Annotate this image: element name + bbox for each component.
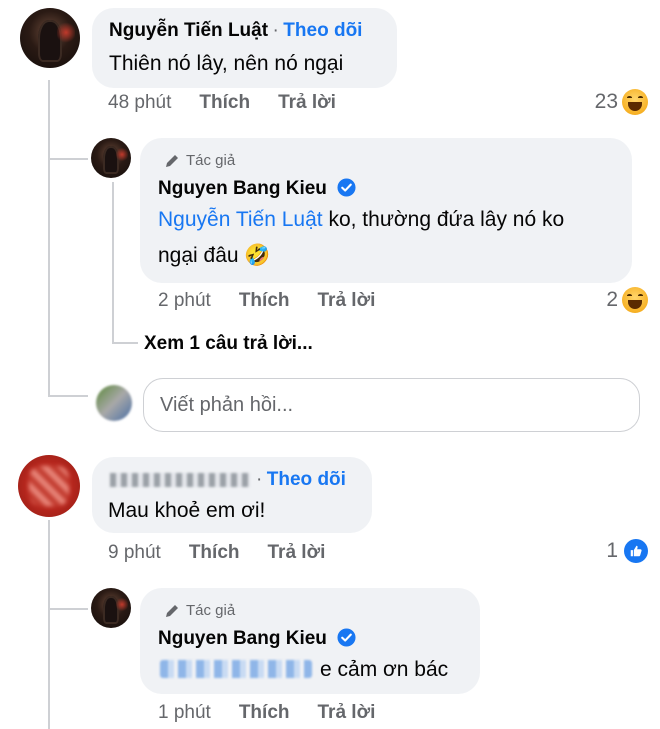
reaction-count: 1 — [606, 539, 618, 562]
reply-actions-1: 2 phút Thích Trả lời — [158, 290, 403, 312]
reaction-summary-2[interactable]: 2 — [606, 287, 648, 313]
thread-line-nested-1 — [112, 182, 114, 342]
reply-button[interactable]: Trả lời — [318, 290, 376, 312]
thread-connector-nested — [112, 342, 138, 344]
reply-input[interactable]: Viết phản hồi... — [143, 378, 640, 432]
reaction-summary-1[interactable]: 23 — [595, 89, 648, 115]
thread-line-2 — [48, 520, 50, 729]
reply-input-placeholder: Viết phản hồi... — [160, 393, 294, 416]
haha-reaction-icon — [622, 287, 648, 313]
follow-link[interactable]: Theo dõi — [267, 469, 346, 490]
like-button[interactable]: Thích — [239, 290, 290, 312]
like-button[interactable]: Thích — [199, 92, 250, 114]
thumbs-up-icon — [630, 545, 642, 557]
follow-link[interactable]: Theo dõi — [283, 20, 362, 41]
reaction-count: 23 — [594, 90, 618, 113]
reply-bubble-2: Tác giả Nguyen Bang Kieu e cảm ơn bác — [140, 588, 480, 694]
verified-badge-icon — [337, 628, 356, 647]
reply-text: Nguyễn Tiến Luật ko, thường đứa lây nó k… — [158, 202, 628, 274]
reply-text: e cảm ơn bác — [320, 658, 449, 681]
like-button[interactable]: Thích — [189, 542, 240, 564]
author-tag-label: Tác giả — [186, 602, 236, 619]
haha-reaction-icon — [622, 89, 648, 115]
comment-author[interactable]: Nguyễn Tiến Luật — [109, 20, 268, 41]
reply-button[interactable]: Trả lời — [268, 542, 326, 564]
reply-button[interactable]: Trả lời — [318, 702, 376, 724]
like-reaction-icon — [624, 539, 648, 563]
author-tag-label: Tác giả — [186, 152, 236, 169]
like-button[interactable]: Thích — [239, 702, 290, 724]
mention-link[interactable]: Nguyễn Tiến Luật — [158, 208, 323, 231]
comment-text: Mau khoẻ em ơi! — [108, 499, 266, 522]
verified-badge-icon — [337, 178, 356, 197]
comment-bubble-2: · Theo dõi Mau khoẻ em ơi! — [92, 457, 372, 533]
current-user-avatar — [96, 385, 132, 421]
reply-bubble-1: Tác giả Nguyen Bang Kieu Nguyễn Tiến Luậ… — [140, 138, 632, 283]
avatar-nguyen-bang-kieu[interactable] — [91, 588, 131, 628]
pencil-icon — [166, 154, 178, 167]
comment-actions-2: 9 phút Thích Trả lời — [108, 542, 353, 564]
view-more-replies-link[interactable]: Xem 1 câu trả lời... — [144, 333, 313, 355]
redacted-mention — [160, 660, 312, 678]
reply-author[interactable]: Nguyen Bang Kieu — [158, 628, 327, 649]
author-tag: Tác giả — [164, 152, 235, 169]
author-tag: Tác giả — [164, 602, 235, 619]
reply-time[interactable]: 1 phút — [158, 702, 211, 724]
comment-time[interactable]: 9 phút — [108, 542, 161, 564]
separator-dot: · — [272, 20, 279, 41]
reply-text-line-2: ngại đâu — [158, 244, 245, 267]
comment-bubble-1: Nguyễn Tiến Luật · Theo dõi Thiên nó lây… — [92, 8, 397, 88]
redacted-author-name — [110, 473, 250, 487]
comment-time[interactable]: 48 phút — [108, 92, 171, 114]
reply-text-line-1: ko, thường đứa lây nó ko — [322, 208, 565, 231]
separator-dot: · — [256, 469, 263, 490]
thread-connector-2 — [48, 608, 88, 610]
thread-line-1 — [48, 80, 50, 395]
reply-time[interactable]: 2 phút — [158, 290, 211, 312]
reaction-count: 2 — [606, 288, 618, 311]
thread-connector-replybox — [48, 395, 88, 397]
avatar-nguyen-tien-luat[interactable] — [20, 8, 80, 68]
reply-actions-2: 1 phút Thích Trả lời — [158, 702, 403, 724]
comment-actions-1: 48 phút Thích Trả lời — [108, 92, 364, 114]
reply-button[interactable]: Trả lời — [278, 92, 336, 114]
comment-text: Thiên nó lây, nên nó ngại — [109, 52, 344, 75]
avatar-commenter-2[interactable] — [18, 455, 80, 517]
rofl-emoji-icon: 🤣 — [244, 244, 271, 267]
reply-author[interactable]: Nguyen Bang Kieu — [158, 178, 327, 199]
avatar-nguyen-bang-kieu[interactable] — [91, 138, 131, 178]
pencil-icon — [166, 604, 178, 617]
thread-connector-1 — [48, 158, 88, 160]
reaction-summary-3[interactable]: 1 — [606, 539, 648, 563]
